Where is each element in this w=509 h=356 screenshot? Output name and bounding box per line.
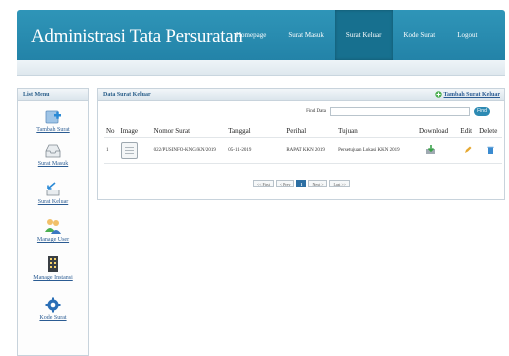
- find-label: Find Data: [306, 109, 326, 114]
- nav-surat-masuk[interactable]: Surat Masuk: [277, 10, 335, 60]
- pager-last[interactable]: Last >>: [329, 180, 350, 187]
- app-title: Administrasi Tata Persuratan: [31, 26, 243, 47]
- gear-icon: [45, 297, 61, 313]
- add-circle-icon: [434, 91, 442, 98]
- document-thumbnail-icon: [120, 142, 138, 159]
- col-tanggal: Tanggal: [228, 127, 251, 135]
- cell-download: [416, 137, 459, 164]
- cell-delete: [477, 137, 502, 164]
- pagination: << First < Prev 1 Next > Last >>: [253, 180, 350, 187]
- col-delete: Delete: [479, 127, 498, 135]
- menu-label-manage-instansi: Manage Instansi: [33, 275, 73, 281]
- users-icon: [45, 219, 61, 234]
- download-icon[interactable]: [425, 144, 437, 155]
- menu-label-surat-keluar: Surat Keluar: [37, 199, 69, 205]
- app-header: Administrasi Tata Persuratan Homepage Su…: [17, 10, 505, 60]
- inbox-icon: [45, 144, 61, 158]
- cell-tanggal: 05-11-2019: [226, 137, 285, 164]
- building-icon: [48, 256, 58, 272]
- col-perihal: Perihal: [286, 127, 307, 135]
- menu-item-manage-instansi[interactable]: Manage Instansi: [18, 255, 88, 281]
- left-menu-title: List Menu: [18, 89, 88, 101]
- cell-edit: [458, 137, 478, 164]
- pager-prev[interactable]: < Prev: [275, 180, 295, 187]
- pager-page-1[interactable]: 1: [296, 180, 307, 187]
- outbox-icon: [46, 182, 60, 196]
- cell-no: 1: [104, 137, 119, 164]
- menu-label-surat-masuk: Surat Masuk: [37, 161, 69, 167]
- menu-label-tambah-surat: Tambah Surat: [36, 127, 70, 133]
- cell-perihal: RAPAT KKN 2019: [284, 137, 337, 164]
- tambah-surat-keluar-link[interactable]: Tambah Surat Keluar: [434, 91, 500, 98]
- nav-surat-keluar[interactable]: Surat Keluar: [334, 10, 393, 60]
- cell-tujuan: Persetujuan Lokasi KKN 2019: [336, 137, 417, 164]
- surat-keluar-table: No Image Nomor Surat Tanggal Perihal Tuj…: [104, 125, 502, 164]
- col-download: Download: [418, 127, 449, 135]
- col-no: No: [106, 127, 115, 135]
- menu-label-kode-surat: Kode Surat: [39, 315, 67, 321]
- nav-logout[interactable]: Logout: [446, 10, 488, 60]
- find-button[interactable]: Find: [474, 107, 490, 116]
- add-document-icon: [45, 110, 61, 124]
- tambah-surat-keluar-label: Tambah Surat Keluar: [443, 91, 500, 98]
- trash-icon[interactable]: [487, 146, 494, 154]
- pencil-icon[interactable]: [464, 146, 472, 154]
- menu-item-surat-masuk[interactable]: Surat Masuk: [18, 143, 88, 167]
- left-menu: List Menu Tambah Surat Surat Masuk Surat…: [17, 88, 89, 356]
- col-tujuan: Tujuan: [338, 127, 358, 135]
- pager-first[interactable]: << First: [253, 180, 274, 187]
- cell-image[interactable]: [118, 137, 152, 164]
- pager-next[interactable]: Next >: [308, 180, 328, 187]
- nav-kode-surat[interactable]: Kode Surat: [393, 10, 447, 60]
- menu-item-surat-keluar[interactable]: Surat Keluar: [18, 181, 88, 205]
- find-input[interactable]: [330, 107, 470, 116]
- col-image: Image: [120, 127, 139, 135]
- table-row: 1 022/PUSINFO-KNG/KN/2019 05-11-2019 RAP…: [104, 137, 502, 164]
- cell-nomor-surat: 022/PUSINFO-KNG/KN/2019: [151, 137, 227, 164]
- col-nomor-surat: Nomor Surat: [153, 127, 191, 135]
- header-subbar: [17, 60, 505, 76]
- nav-homepage[interactable]: Homepage: [225, 10, 277, 60]
- data-surat-keluar-panel: Data Surat Keluar Tambah Surat Keluar Fi…: [97, 88, 505, 200]
- find-row: Find Data Find: [306, 107, 490, 116]
- menu-item-tambah-surat[interactable]: Tambah Surat: [18, 109, 88, 133]
- menu-item-kode-surat[interactable]: Kode Surat: [18, 297, 88, 321]
- menu-label-manage-user: Manage User: [36, 237, 70, 243]
- table-header-row: No Image Nomor Surat Tanggal Perihal Tuj…: [104, 125, 502, 138]
- main-nav: Homepage Surat Masuk Surat Keluar Kode S…: [225, 10, 488, 60]
- menu-item-manage-user[interactable]: Manage User: [18, 217, 88, 243]
- col-edit: Edit: [460, 127, 473, 135]
